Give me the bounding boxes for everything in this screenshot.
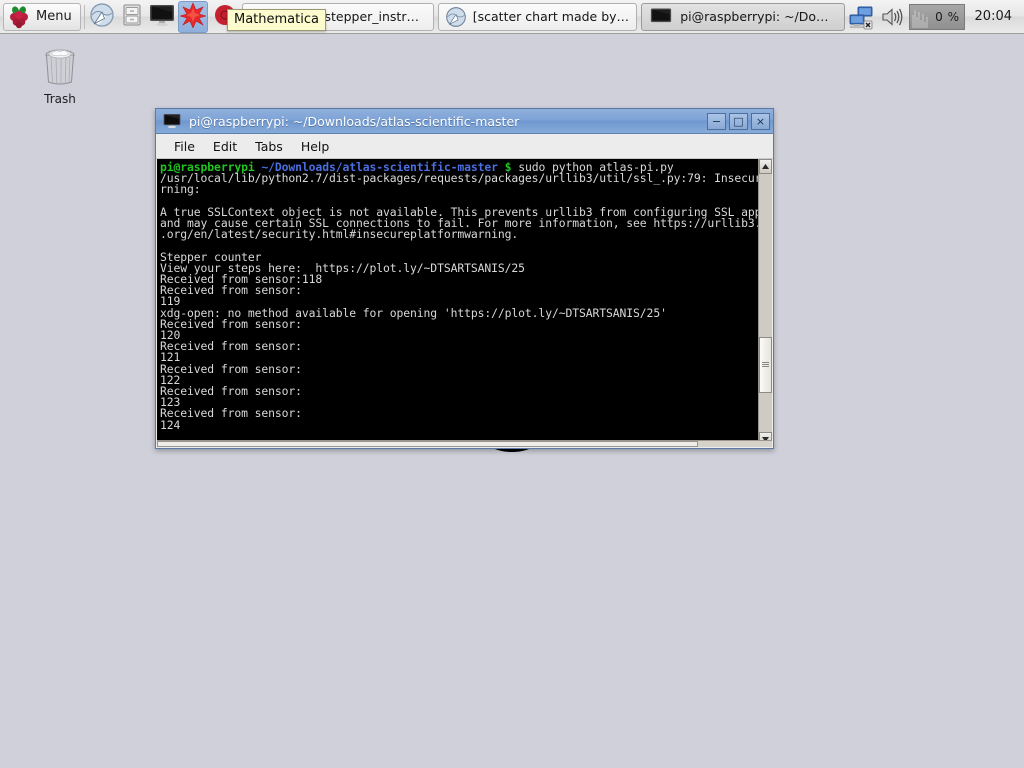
trash-icon [38,44,82,88]
menu-button[interactable]: Menu [3,2,81,31]
terminal-hscroll-thumb[interactable] [157,441,699,447]
cpu-usage-label: 0 % [935,9,960,24]
scrollbar-track[interactable] [759,174,772,432]
terminal-horizontal-scrollbar[interactable] [157,440,772,447]
mathematica-icon [179,1,208,32]
menu-edit[interactable]: Edit [205,137,245,156]
terminal-window[interactable]: pi@raspberrypi: ~/Downloads/atlas-scient… [155,108,774,449]
file-manager-icon [119,2,145,32]
maximize-button[interactable]: □ [729,112,748,130]
scrollbar-grip [762,362,769,368]
trash-label: Trash [44,92,76,106]
desktop-icon-trash[interactable]: Trash [24,44,96,116]
web-browser-icon [445,6,467,28]
taskbar-window-label: pi@raspberrypi: ~/Downl... [680,9,838,24]
terminal-icon [648,6,674,28]
terminal-scrollbar[interactable] [758,159,772,447]
terminal-titlebar[interactable]: pi@raspberrypi: ~/Downloads/atlas-scient… [156,109,773,134]
close-button[interactable]: × [751,112,770,130]
network-disconnected-icon[interactable] [847,4,875,30]
menu-tabs[interactable]: Tabs [247,137,291,156]
terminal-title: pi@raspberrypi: ~/Downloads/atlas-scient… [189,113,520,129]
menu-button-label: Menu [36,9,72,24]
taskbar-window-label: [scatter chart made by D... [472,9,631,24]
system-tray[interactable]: 0 % 20:04 [847,3,1022,30]
scrollbar-thumb[interactable] [759,336,772,394]
speaker-icon[interactable] [879,4,905,30]
launcher-separator [83,4,85,29]
terminal-menubar[interactable]: File Edit Tabs Help [156,134,773,159]
taskbar[interactable]: Menu [sketch_stepper_instruct... [scatte… [0,0,1024,34]
raspberry-icon [7,5,31,29]
tooltip-text: Mathematica [234,12,319,27]
launcher-mathematica[interactable] [178,0,209,33]
terminal-body[interactable]: pi@raspberrypi ~/Downloads/atlas-scienti… [157,159,772,447]
scroll-up-arrow[interactable] [759,159,772,174]
taskbar-window-terminal[interactable]: pi@raspberrypi: ~/Downl... [641,2,845,31]
terminal-icon [148,2,176,32]
menu-file[interactable]: File [166,137,203,156]
launcher-terminal[interactable] [148,2,176,32]
cpu-sparkline [912,9,928,28]
clock[interactable]: 20:04 [969,9,1016,24]
launcher-web-browser[interactable] [88,2,116,32]
launcher-file-manager[interactable] [118,2,146,32]
cpu-usage-monitor[interactable]: 0 % [908,3,965,30]
web-browser-icon [89,2,115,32]
minimize-button[interactable]: − [707,112,726,130]
terminal-icon [162,112,182,130]
terminal-output[interactable]: pi@raspberrypi ~/Downloads/atlas-scienti… [157,159,758,447]
tooltip-mathematica: Mathematica [227,9,326,31]
menu-help[interactable]: Help [293,137,338,156]
taskbar-window-scatter-chart[interactable]: [scatter chart made by D... [437,2,638,31]
